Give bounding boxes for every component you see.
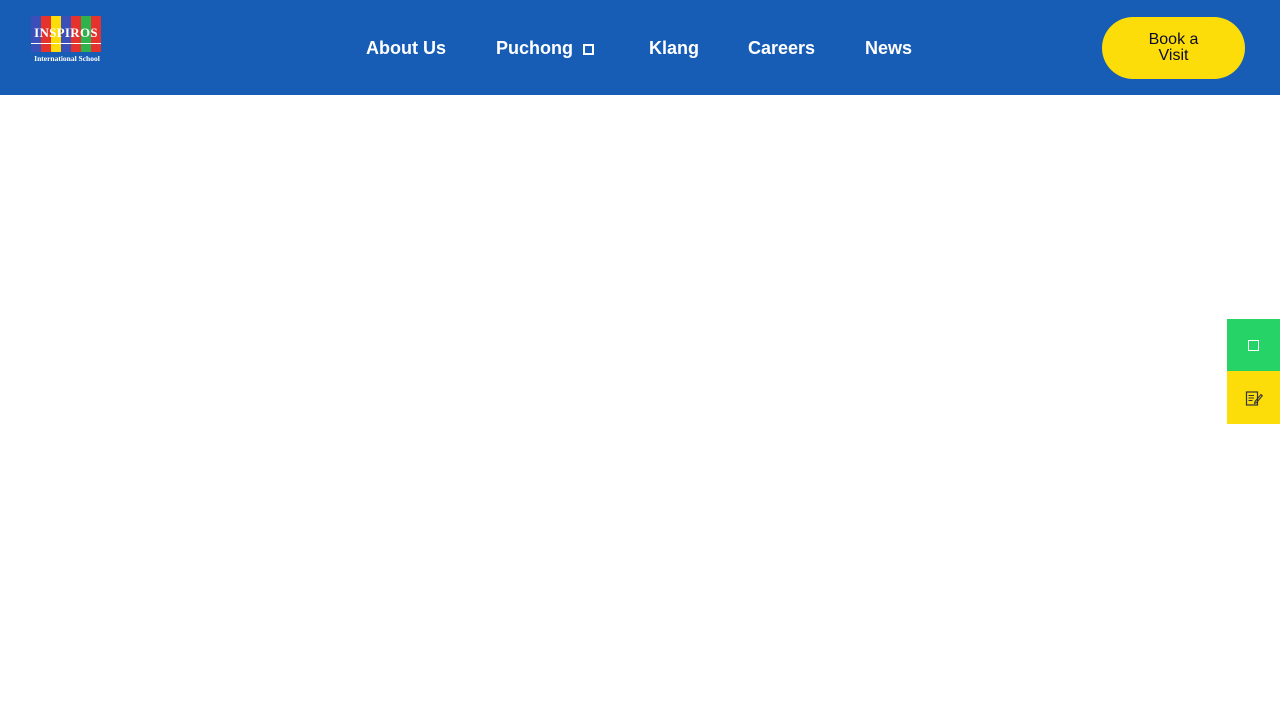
logo-wordmark: INSPIROS [34,25,98,40]
logo-divider [31,43,101,44]
nav-klang[interactable]: Klang [649,37,699,59]
school-logo[interactable]: INSPIROS International School [30,16,104,66]
logo-subtitle: International School [34,54,100,63]
book-a-visit-label: Book a Visit [1148,31,1199,64]
site-header: INSPIROS International School About Us P… [0,0,1280,95]
edit-form-icon [1245,390,1263,406]
whatsapp-float-button[interactable] [1227,319,1280,372]
nav-label: Puchong [496,38,573,58]
enquiry-float-button[interactable] [1227,371,1280,424]
nav-label: Klang [649,38,700,58]
book-a-visit-button[interactable]: Book a Visit [1102,17,1245,79]
nav-careers[interactable]: Careers [748,37,815,59]
nav-about-us[interactable]: About Us [366,37,446,59]
nav-label: News [865,38,913,58]
dropdown-toggle-icon[interactable] [583,44,594,55]
nav-news[interactable]: News [865,37,912,59]
nav-label: Careers [748,38,816,58]
square-icon [1248,340,1259,351]
nav-label: About Us [366,38,446,58]
nav-puchong[interactable]: Puchong [496,37,594,59]
